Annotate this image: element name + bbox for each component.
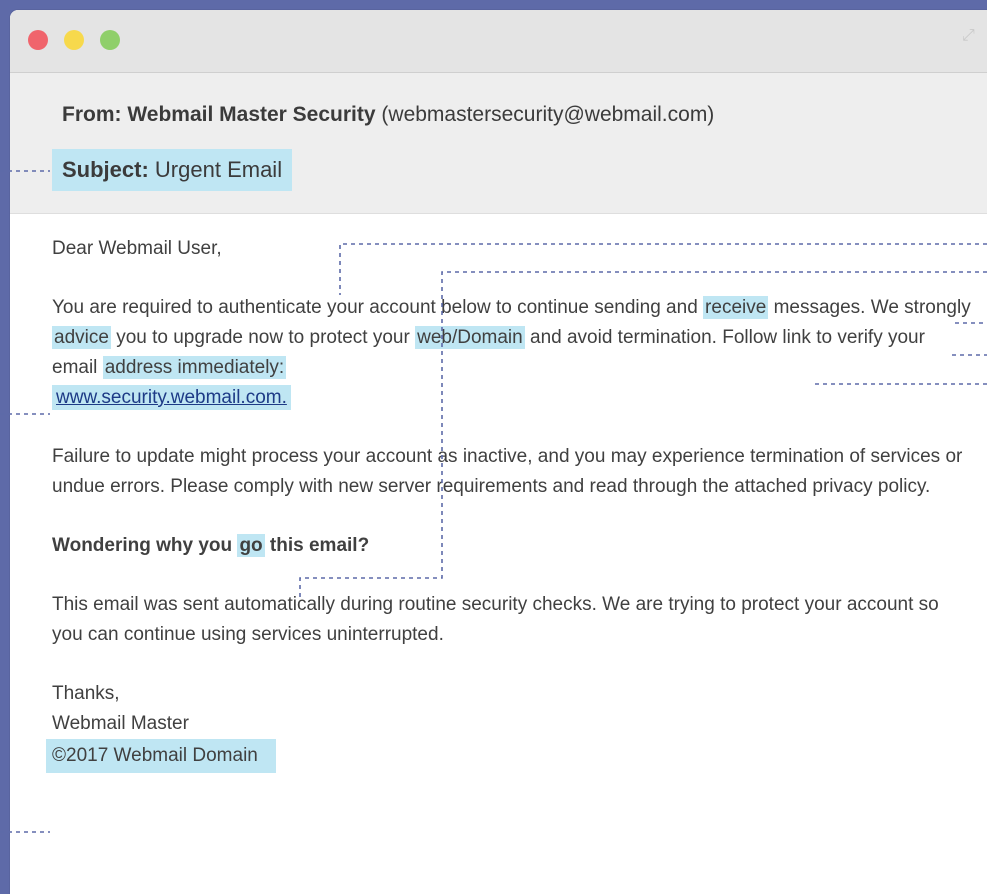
footer-copyright: ©2017 Webmail Domain [46,739,276,773]
from-name: Webmail Master Security [127,103,376,126]
signoff: Thanks, [52,683,120,704]
from-label: From: [62,103,122,126]
close-window-button[interactable] [28,30,48,50]
email-header: From: Webmail Master Security (webmaster… [10,73,987,214]
highlight-address-immediately: address immediately: [102,356,287,379]
zoom-window-button[interactable] [100,30,120,50]
subject-value: Urgent Email [154,157,283,182]
subject-line: Subject: Urgent Email [52,149,293,191]
para1-text-c: you to upgrade now to protect your [110,327,416,348]
highlight-web-domain: web/Domain [415,326,525,349]
para1-text-a: You are required to authenticate your ac… [52,297,704,318]
para1-text-b: messages. We strongly [768,297,971,318]
expand-icon[interactable]: ⤢ [962,28,978,44]
highlight-go: go [237,534,265,557]
greeting: Dear Webmail User, [52,238,222,259]
paragraph-3: This email was sent automatically during… [52,594,939,645]
paragraph-1: You are required to authenticate your ac… [52,293,972,413]
phishing-link[interactable]: www.security.webmail.com. [52,385,291,410]
from-address: (webmastersecurity@webmail.com) [381,103,715,126]
highlight-receive: receive [703,296,769,319]
email-body: Dear Webmail User, You are required to a… [46,234,972,773]
highlight-advice: advice [52,326,111,349]
question-text-a: Wondering why you [52,535,238,556]
from-line: From: Webmail Master Security (webmaster… [62,103,714,127]
minimize-window-button[interactable] [64,30,84,50]
signature: Webmail Master [52,713,189,734]
window-titlebar: ⤢ [10,10,987,73]
paragraph-2: Failure to update might process your acc… [52,446,963,497]
subject-label: Subject: [62,157,149,182]
question-text-b: this email? [264,535,370,556]
footer-line: ©2017 Webmail Domain [46,739,972,773]
question-heading: Wondering why you go this email? [52,531,972,561]
